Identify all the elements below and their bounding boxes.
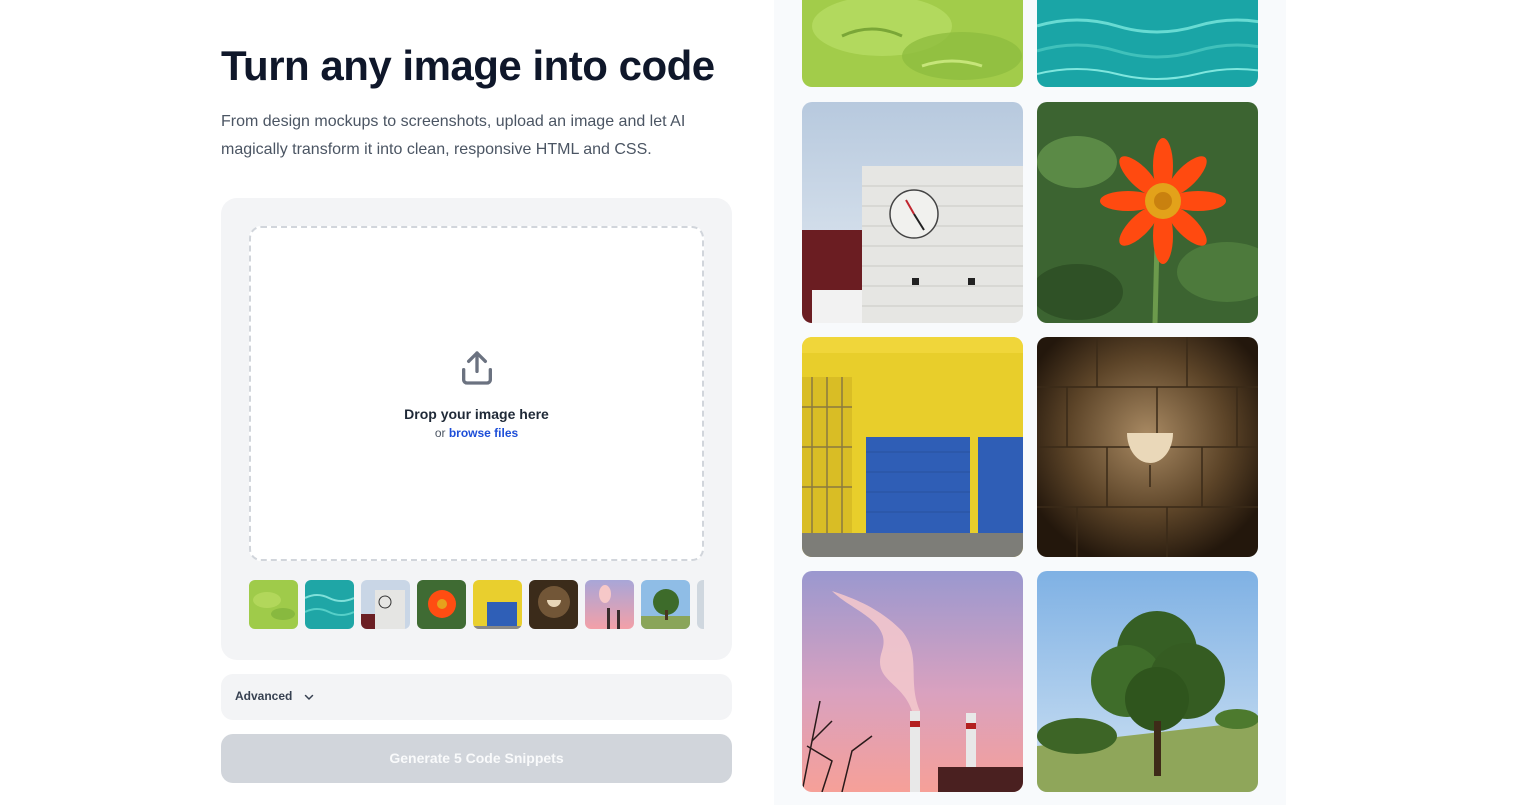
advanced-toggle[interactable]: Advanced bbox=[221, 674, 732, 720]
generate-button[interactable]: Generate 5 Code Snippets bbox=[221, 734, 732, 783]
sample-thumbnail-strip bbox=[249, 580, 704, 629]
green-water-icon[interactable] bbox=[249, 580, 298, 629]
drop-subtext: or browse files bbox=[251, 426, 702, 440]
orange-flower-photo[interactable] bbox=[1037, 102, 1258, 323]
yellow-wall-garage-icon[interactable] bbox=[473, 580, 522, 629]
page-subtitle: From design mockups to screenshots, uplo… bbox=[221, 113, 686, 158]
orange-flower-icon[interactable] bbox=[417, 580, 466, 629]
upload-card: Drop your image here or browse files bbox=[221, 198, 732, 660]
turquoise-water-photo[interactable] bbox=[1037, 0, 1258, 87]
page-title: Turn any image into code bbox=[221, 42, 715, 89]
wall-lamp-icon[interactable] bbox=[529, 580, 578, 629]
image-dropzone[interactable]: Drop your image here or browse files bbox=[249, 226, 704, 561]
example-gallery bbox=[774, 0, 1286, 805]
drop-title: Drop your image here bbox=[404, 406, 549, 422]
green-water-photo[interactable] bbox=[802, 0, 1023, 87]
turquoise-water-icon[interactable] bbox=[305, 580, 354, 629]
clock-building-photo[interactable] bbox=[802, 102, 1023, 323]
wall-lamp-photo[interactable] bbox=[1037, 337, 1258, 557]
smokestack-sunset-icon[interactable] bbox=[585, 580, 634, 629]
partial-thumbnail-icon[interactable] bbox=[697, 580, 704, 629]
chevron-down-icon bbox=[304, 694, 314, 700]
tree-icon[interactable] bbox=[641, 580, 690, 629]
advanced-label: Advanced bbox=[235, 689, 293, 703]
or-text: or bbox=[434, 426, 446, 440]
tree-photo[interactable] bbox=[1037, 571, 1258, 792]
upload-icon bbox=[462, 351, 492, 385]
smokestack-sunset-photo[interactable] bbox=[802, 571, 1023, 792]
clock-building-icon[interactable] bbox=[361, 580, 410, 629]
yellow-wall-garage-photo[interactable] bbox=[802, 337, 1023, 557]
browse-files-link[interactable]: browse files bbox=[449, 426, 518, 440]
